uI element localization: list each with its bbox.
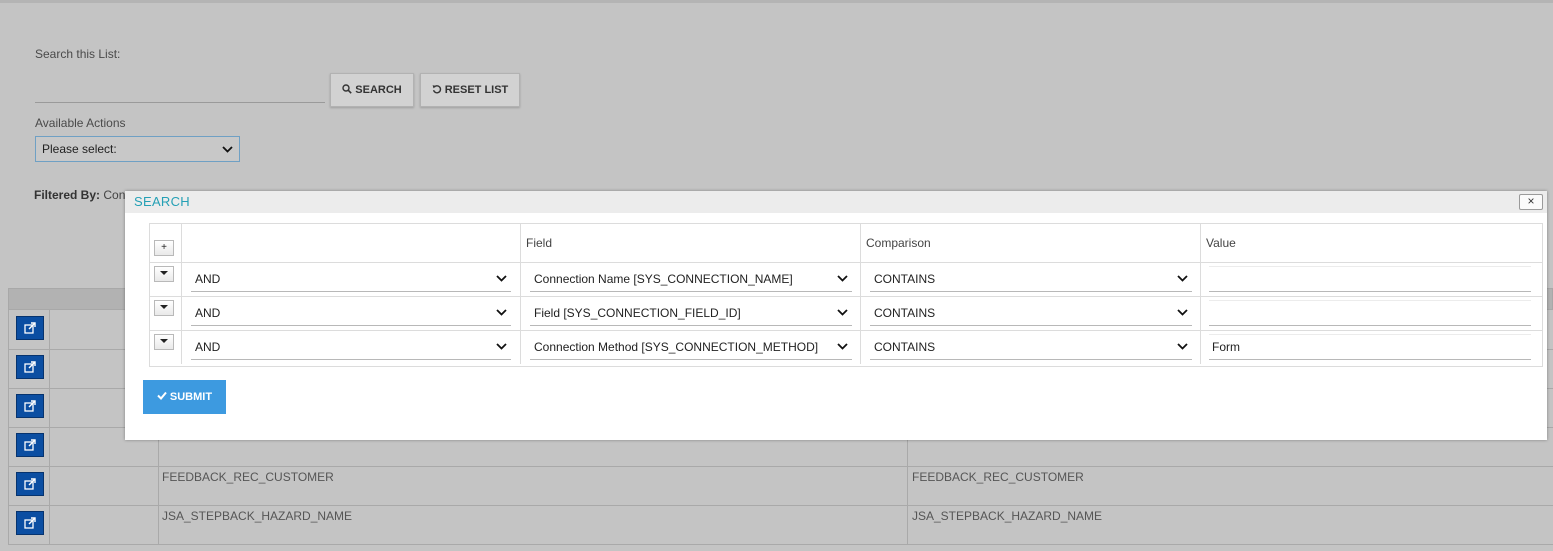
caret-down-icon [160,305,168,309]
criteria-row: AND Connection Method [SYS_CONNECTION_ME… [150,330,1542,364]
external-link-icon [24,322,36,334]
comparison-select[interactable]: CONTAINS [870,334,1192,360]
check-icon [157,391,167,403]
close-button[interactable]: × [1519,194,1543,210]
available-actions-select[interactable]: Please select: [35,136,240,162]
comparison-select[interactable]: CONTAINS [870,266,1192,292]
table-cell: FEEDBACK_REC_CUSTOMER [158,466,908,505]
chevron-down-icon [837,275,848,282]
remove-criteria-button[interactable] [154,300,174,316]
submit-label: SUBMIT [169,391,213,403]
available-actions-value: Please select: [42,142,117,156]
open-record-button[interactable] [16,511,44,535]
table-row: JSA_STEPBACK_HAZARD_NAME JSA_STEPBACK_HAZ… [8,505,1553,545]
submit-button[interactable]: SUBMIT [143,380,226,414]
open-record-button[interactable] [16,472,44,496]
filtered-by-label: Filtered By: [34,188,101,202]
top-border [0,0,1553,3]
dialog-title: SEARCH [134,194,190,209]
chevron-down-icon [1177,275,1188,282]
field-value: Field [SYS_CONNECTION_FIELD_ID] [534,305,741,320]
external-link-icon [24,439,36,451]
value-input[interactable] [1209,266,1531,292]
value-input[interactable]: Form [1209,334,1531,360]
filtered-by: Filtered By: Con [34,188,125,202]
chevron-down-icon [1177,343,1188,350]
dialog-header: SEARCH × [125,191,1547,213]
table-row: FEEDBACK_REC_CUSTOMER FEEDBACK_REC_CUSTOM… [8,466,1553,506]
column-header-comparison: Comparison [866,236,931,250]
reset-list-button[interactable]: RESET LIST [420,73,520,107]
refresh-icon [432,84,442,97]
criteria-row: AND Connection Name [SYS_CONNECTION_NAME… [150,262,1542,297]
comparison-value: CONTAINS [874,339,936,354]
chevron-down-icon [837,309,848,316]
external-link-icon [24,517,36,529]
logic-select[interactable]: AND [191,300,511,326]
comparison-value: CONTAINS [874,305,936,320]
search-list-label: Search this List: [35,47,121,61]
comparison-value: CONTAINS [874,271,936,286]
logic-value: AND [195,305,221,320]
search-button-label: SEARCH [355,84,402,96]
criteria-header-row: + Field Comparison Value [150,224,1542,263]
field-select[interactable]: Field [SYS_CONNECTION_FIELD_ID] [530,300,852,326]
comparison-select[interactable]: CONTAINS [870,300,1192,326]
logic-select[interactable]: AND [191,266,511,292]
open-record-button[interactable] [16,355,44,379]
open-record-button[interactable] [16,394,44,418]
external-link-icon [24,478,36,490]
column-header-field: Field [526,236,553,250]
logic-value: AND [195,339,221,354]
table-cell: JSA_STEPBACK_HAZARD_NAME [158,505,908,544]
search-dialog: SEARCH × + Field Comparison Value AND Co… [125,191,1547,440]
open-record-button[interactable] [16,316,44,340]
caret-down-icon [160,339,168,343]
close-icon: × [1527,194,1535,208]
chevron-down-icon [837,343,848,350]
filtered-by-value: Con [103,188,126,202]
open-record-button[interactable] [16,433,44,457]
magnifier-icon [342,83,353,97]
search-list-input[interactable] [35,76,325,103]
logic-value: AND [195,271,221,286]
value-input[interactable] [1209,300,1531,326]
chevron-down-icon [496,275,507,282]
column-header-value: Value [1206,236,1236,250]
field-value: Connection Method [SYS_CONNECTION_METHOD… [534,339,819,354]
reset-list-label: RESET LIST [444,84,509,96]
chevron-down-icon [496,343,507,350]
chevron-down-icon [496,309,507,316]
logic-select[interactable]: AND [191,334,511,360]
chevron-down-icon [222,142,233,156]
external-link-icon [24,400,36,412]
criteria-row: AND Field [SYS_CONNECTION_FIELD_ID] CONT… [150,296,1542,331]
chevron-down-icon [1177,309,1188,316]
search-button[interactable]: SEARCH [330,73,414,107]
table-cell: JSA_STEPBACK_HAZARD_NAME [912,509,1103,523]
remove-criteria-button[interactable] [154,334,174,350]
table-cell: FEEDBACK_REC_CUSTOMER [912,470,1084,484]
external-link-icon [24,361,36,373]
field-select[interactable]: Connection Name [SYS_CONNECTION_NAME] [530,266,852,292]
search-criteria-grid: + Field Comparison Value AND Connection … [149,223,1543,367]
remove-criteria-button[interactable] [154,266,174,282]
add-criteria-button[interactable]: + [154,240,174,256]
available-actions-label: Available Actions [35,116,126,130]
field-select[interactable]: Connection Method [SYS_CONNECTION_METHOD… [530,334,852,360]
caret-down-icon [160,271,168,275]
field-value: Connection Name [SYS_CONNECTION_NAME] [534,271,793,286]
